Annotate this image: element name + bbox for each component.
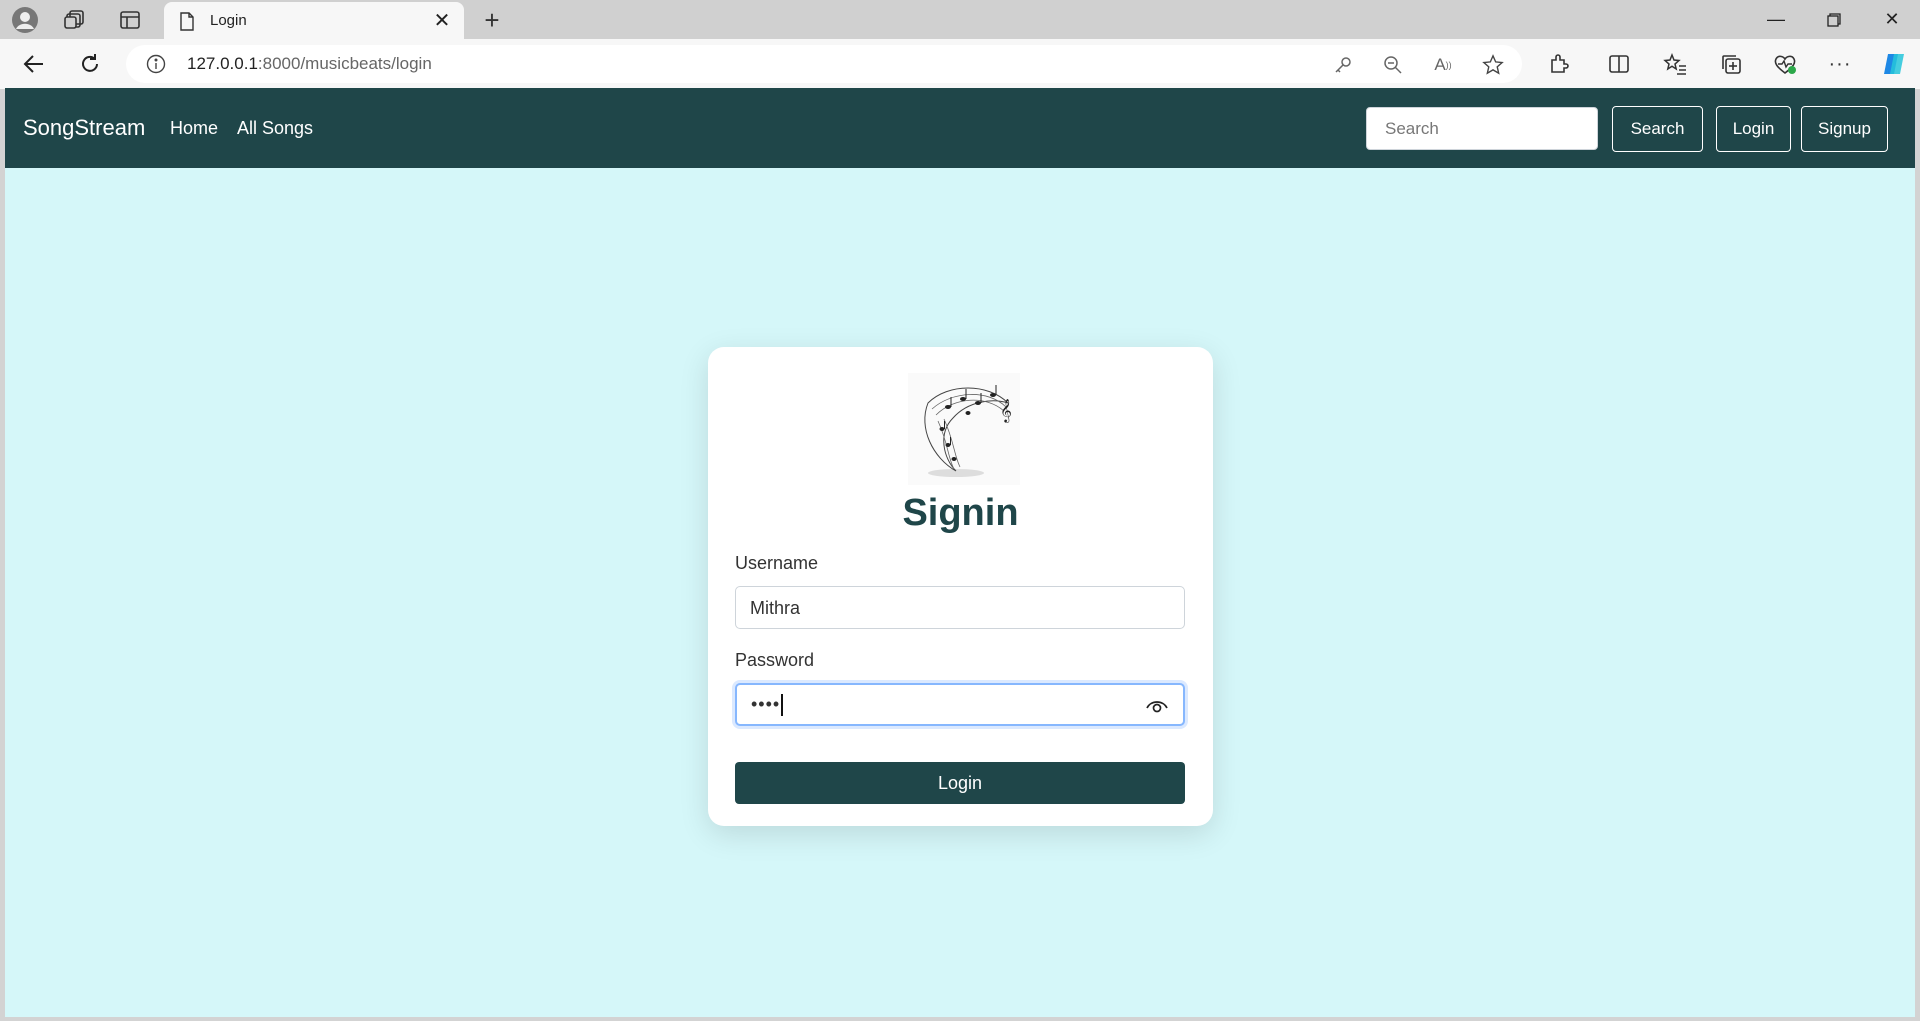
browser-essentials-icon[interactable] <box>1771 50 1799 78</box>
page-icon <box>178 11 196 31</box>
favorite-star-icon[interactable] <box>1481 53 1505 77</box>
refresh-icon[interactable] <box>76 50 104 78</box>
minimize-icon[interactable]: — <box>1748 0 1804 39</box>
svg-text:𝄞: 𝄞 <box>1000 398 1012 423</box>
show-password-eye-icon[interactable] <box>1145 695 1169 717</box>
nav-link-home[interactable]: Home <box>170 118 218 139</box>
signin-title: Signin <box>902 492 1019 534</box>
close-tab-icon[interactable]: ✕ <box>430 8 454 32</box>
username-label: Username <box>735 553 819 573</box>
nav-login-button[interactable]: Login <box>1716 106 1791 152</box>
address-bar[interactable]: 127.0.0.1:8000/musicbeats/login A)) <box>126 45 1522 83</box>
collections-icon[interactable] <box>1717 50 1745 78</box>
favorites-icon[interactable] <box>1661 50 1689 78</box>
username-value: Mithra <box>750 598 801 618</box>
password-label: Password <box>735 650 815 670</box>
extensions-icon[interactable] <box>1545 50 1573 78</box>
search-button[interactable]: Search <box>1612 106 1703 152</box>
page-content: SongStream Home All Songs Search Login S… <box>5 88 1915 1017</box>
site-navbar: SongStream Home All Songs Search Login S… <box>5 88 1915 168</box>
site-info-icon[interactable] <box>146 54 166 74</box>
profile-icon[interactable] <box>10 5 40 35</box>
workspaces-icon[interactable] <box>62 7 88 33</box>
browser-toolbar: 127.0.0.1:8000/musicbeats/login A)) ··· <box>0 39 1920 89</box>
back-icon[interactable] <box>20 50 48 78</box>
password-field[interactable]: •••• <box>735 683 1185 726</box>
copilot-icon[interactable] <box>1878 48 1910 80</box>
restore-icon[interactable] <box>1806 0 1862 39</box>
username-field[interactable]: Mithra <box>735 586 1185 629</box>
nav-signup-button[interactable]: Signup <box>1801 106 1888 152</box>
close-window-icon[interactable]: ✕ <box>1864 0 1920 39</box>
read-aloud-icon[interactable]: A)) <box>1431 54 1455 76</box>
split-screen-icon[interactable] <box>1605 50 1633 78</box>
music-notes-logo: 𝄞 <box>908 373 1020 485</box>
more-options-icon[interactable]: ··· <box>1826 50 1854 78</box>
search-input[interactable] <box>1366 107 1598 150</box>
password-value: •••• <box>751 694 784 717</box>
tab-title: Login <box>210 12 247 29</box>
browser-tab[interactable]: Login ✕ <box>164 2 464 39</box>
browser-tab-bar: Login ✕ + — ✕ <box>0 0 1920 39</box>
login-submit-button[interactable]: Login <box>735 762 1185 804</box>
new-tab-icon[interactable]: + <box>478 5 506 35</box>
signin-card: 𝄞 Signin Username Mithra Password •••• L… <box>708 347 1213 826</box>
url-text: 127.0.0.1:8000/musicbeats/login <box>187 54 432 73</box>
zoom-out-icon[interactable] <box>1382 54 1404 76</box>
brand-logo-text[interactable]: SongStream <box>23 115 145 141</box>
text-caret <box>781 694 784 717</box>
nav-link-all-songs[interactable]: All Songs <box>237 118 313 139</box>
key-icon[interactable] <box>1332 54 1354 76</box>
vertical-tabs-icon[interactable] <box>117 7 143 33</box>
